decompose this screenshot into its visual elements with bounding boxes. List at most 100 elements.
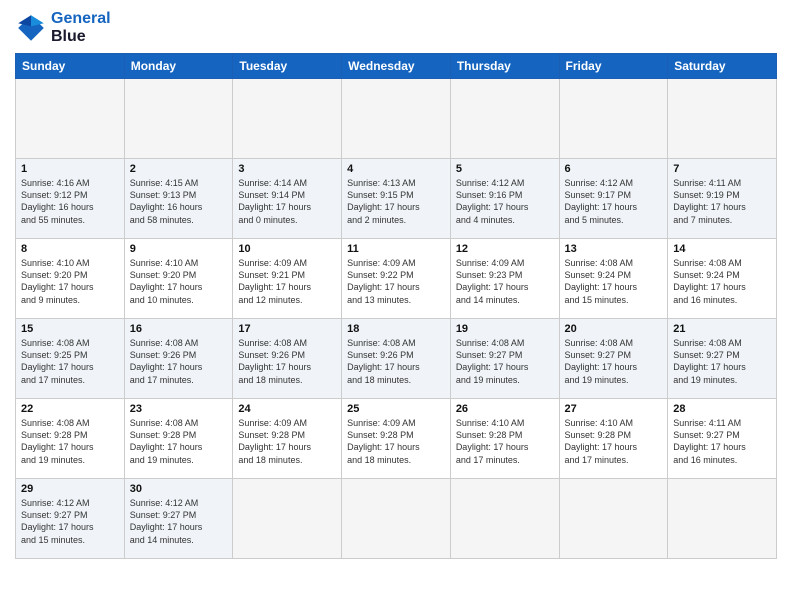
calendar-day-26: 26 Sunrise: 4:10 AM Sunset: 9:28 PM Dayli… xyxy=(450,399,559,479)
day-info: Sunrise: 4:10 AM Sunset: 9:28 PM Dayligh… xyxy=(456,417,554,466)
calendar-day-18: 18 Sunrise: 4:08 AM Sunset: 9:26 PM Dayli… xyxy=(342,319,451,399)
day-number: 18 xyxy=(347,323,445,335)
day-number: 4 xyxy=(347,163,445,175)
calendar-day-12: 12Sunrise: 4:09 AM Sunset: 9:23 PM Dayli… xyxy=(450,239,559,319)
day-number: 6 xyxy=(565,163,663,175)
day-info: Sunrise: 4:08 AM Sunset: 9:27 PM Dayligh… xyxy=(673,337,771,386)
day-info: Sunrise: 4:08 AM Sunset: 9:26 PM Dayligh… xyxy=(347,337,445,386)
day-number: 28 xyxy=(673,403,771,415)
day-info: Sunrise: 4:08 AM Sunset: 9:28 PM Dayligh… xyxy=(130,417,228,466)
logo: General Blue xyxy=(15,10,111,45)
day-number: 26 xyxy=(456,403,554,415)
calendar-day-15: 15Sunrise: 4:08 AM Sunset: 9:25 PM Dayli… xyxy=(16,319,125,399)
weekday-header-row: SundayMondayTuesdayWednesdayThursdayFrid… xyxy=(16,54,777,79)
calendar-week-row: 22 Sunrise: 4:08 AM Sunset: 9:28 PM Dayli… xyxy=(16,399,777,479)
calendar-day-17: 17Sunrise: 4:08 AM Sunset: 9:26 PM Dayli… xyxy=(233,319,342,399)
calendar-empty-cell xyxy=(16,79,125,159)
weekday-header-wednesday: Wednesday xyxy=(342,54,451,79)
calendar-empty-cell xyxy=(342,479,451,559)
calendar-day-2: 2 Sunrise: 4:15 AM Sunset: 9:13 PM Daylig… xyxy=(124,159,233,239)
day-number: 2 xyxy=(130,163,228,175)
day-number: 7 xyxy=(673,163,771,175)
calendar-day-23: 23 Sunrise: 4:08 AM Sunset: 9:28 PM Dayli… xyxy=(124,399,233,479)
day-number: 9 xyxy=(130,243,228,255)
calendar-week-row: 1 Sunrise: 4:16 AM Sunset: 9:12 PM Daylig… xyxy=(16,159,777,239)
day-number: 11 xyxy=(347,243,445,255)
day-info: Sunrise: 4:12 AM Sunset: 9:27 PM Dayligh… xyxy=(21,497,119,546)
calendar-empty-cell xyxy=(233,479,342,559)
logo-text: General Blue xyxy=(51,10,111,45)
calendar-day-7: 7Sunrise: 4:11 AM Sunset: 9:19 PM Daylig… xyxy=(668,159,777,239)
day-number: 13 xyxy=(565,243,663,255)
day-number: 16 xyxy=(130,323,228,335)
day-number: 29 xyxy=(21,483,119,495)
day-info: Sunrise: 4:12 AM Sunset: 9:16 PM Dayligh… xyxy=(456,177,554,226)
day-info: Sunrise: 4:12 AM Sunset: 9:17 PM Dayligh… xyxy=(565,177,663,226)
day-number: 24 xyxy=(238,403,336,415)
weekday-header-tuesday: Tuesday xyxy=(233,54,342,79)
calendar-week-row: 15Sunrise: 4:08 AM Sunset: 9:25 PM Dayli… xyxy=(16,319,777,399)
day-number: 25 xyxy=(347,403,445,415)
day-info: Sunrise: 4:08 AM Sunset: 9:27 PM Dayligh… xyxy=(565,337,663,386)
calendar-day-29: 29 Sunrise: 4:12 AM Sunset: 9:27 PM Dayli… xyxy=(16,479,125,559)
day-info: Sunrise: 4:12 AM Sunset: 9:27 PM Dayligh… xyxy=(130,497,228,546)
day-info: Sunrise: 4:08 AM Sunset: 9:24 PM Dayligh… xyxy=(673,257,771,306)
calendar-day-9: 9Sunrise: 4:10 AM Sunset: 9:20 PM Daylig… xyxy=(124,239,233,319)
calendar-day-28: 28 Sunrise: 4:11 AM Sunset: 9:27 PM Dayli… xyxy=(668,399,777,479)
day-number: 10 xyxy=(238,243,336,255)
day-info: Sunrise: 4:08 AM Sunset: 9:28 PM Dayligh… xyxy=(21,417,119,466)
weekday-header-thursday: Thursday xyxy=(450,54,559,79)
day-number: 22 xyxy=(21,403,119,415)
day-info: Sunrise: 4:13 AM Sunset: 9:15 PM Dayligh… xyxy=(347,177,445,226)
day-info: Sunrise: 4:09 AM Sunset: 9:28 PM Dayligh… xyxy=(238,417,336,466)
calendar-day-4: 4 Sunrise: 4:13 AM Sunset: 9:15 PM Daylig… xyxy=(342,159,451,239)
calendar-day-13: 13 Sunrise: 4:08 AM Sunset: 9:24 PM Dayli… xyxy=(559,239,668,319)
day-info: Sunrise: 4:15 AM Sunset: 9:13 PM Dayligh… xyxy=(130,177,228,226)
calendar-day-30: 30Sunrise: 4:12 AM Sunset: 9:27 PM Dayli… xyxy=(124,479,233,559)
calendar-day-8: 8 Sunrise: 4:10 AM Sunset: 9:20 PM Daylig… xyxy=(16,239,125,319)
calendar-day-27: 27Sunrise: 4:10 AM Sunset: 9:28 PM Dayli… xyxy=(559,399,668,479)
calendar-day-1: 1 Sunrise: 4:16 AM Sunset: 9:12 PM Daylig… xyxy=(16,159,125,239)
calendar-empty-cell xyxy=(559,479,668,559)
calendar-day-24: 24 Sunrise: 4:09 AM Sunset: 9:28 PM Dayli… xyxy=(233,399,342,479)
day-number: 1 xyxy=(21,163,119,175)
day-info: Sunrise: 4:09 AM Sunset: 9:28 PM Dayligh… xyxy=(347,417,445,466)
weekday-header-sunday: Sunday xyxy=(16,54,125,79)
day-number: 23 xyxy=(130,403,228,415)
day-info: Sunrise: 4:16 AM Sunset: 9:12 PM Dayligh… xyxy=(21,177,119,226)
calendar-day-3: 3Sunrise: 4:14 AM Sunset: 9:14 PM Daylig… xyxy=(233,159,342,239)
day-info: Sunrise: 4:10 AM Sunset: 9:28 PM Dayligh… xyxy=(565,417,663,466)
day-info: Sunrise: 4:08 AM Sunset: 9:26 PM Dayligh… xyxy=(238,337,336,386)
calendar-day-10: 10 Sunrise: 4:09 AM Sunset: 9:21 PM Dayli… xyxy=(233,239,342,319)
calendar-day-5: 5Sunrise: 4:12 AM Sunset: 9:16 PM Daylig… xyxy=(450,159,559,239)
calendar-week-row xyxy=(16,79,777,159)
day-number: 12 xyxy=(456,243,554,255)
day-info: Sunrise: 4:08 AM Sunset: 9:24 PM Dayligh… xyxy=(565,257,663,306)
calendar-day-11: 11 Sunrise: 4:09 AM Sunset: 9:22 PM Dayli… xyxy=(342,239,451,319)
calendar-day-14: 14 Sunrise: 4:08 AM Sunset: 9:24 PM Dayli… xyxy=(668,239,777,319)
calendar-day-22: 22 Sunrise: 4:08 AM Sunset: 9:28 PM Dayli… xyxy=(16,399,125,479)
day-number: 14 xyxy=(673,243,771,255)
day-info: Sunrise: 4:11 AM Sunset: 9:27 PM Dayligh… xyxy=(673,417,771,466)
page: General Blue SundayMondayTuesdayWednesda… xyxy=(0,0,792,612)
day-number: 21 xyxy=(673,323,771,335)
logo-icon xyxy=(15,12,47,44)
weekday-header-saturday: Saturday xyxy=(668,54,777,79)
calendar-day-19: 19Sunrise: 4:08 AM Sunset: 9:27 PM Dayli… xyxy=(450,319,559,399)
day-info: Sunrise: 4:10 AM Sunset: 9:20 PM Dayligh… xyxy=(21,257,119,306)
weekday-header-friday: Friday xyxy=(559,54,668,79)
day-number: 19 xyxy=(456,323,554,335)
day-info: Sunrise: 4:08 AM Sunset: 9:26 PM Dayligh… xyxy=(130,337,228,386)
day-info: Sunrise: 4:09 AM Sunset: 9:21 PM Dayligh… xyxy=(238,257,336,306)
day-number: 8 xyxy=(21,243,119,255)
calendar-empty-cell xyxy=(668,479,777,559)
calendar-day-20: 20Sunrise: 4:08 AM Sunset: 9:27 PM Dayli… xyxy=(559,319,668,399)
day-info: Sunrise: 4:09 AM Sunset: 9:22 PM Dayligh… xyxy=(347,257,445,306)
calendar-day-21: 21 Sunrise: 4:08 AM Sunset: 9:27 PM Dayli… xyxy=(668,319,777,399)
calendar-day-25: 25 Sunrise: 4:09 AM Sunset: 9:28 PM Dayli… xyxy=(342,399,451,479)
calendar-empty-cell xyxy=(450,479,559,559)
calendar-day-16: 16 Sunrise: 4:08 AM Sunset: 9:26 PM Dayli… xyxy=(124,319,233,399)
day-info: Sunrise: 4:08 AM Sunset: 9:25 PM Dayligh… xyxy=(21,337,119,386)
calendar-week-row: 29 Sunrise: 4:12 AM Sunset: 9:27 PM Dayli… xyxy=(16,479,777,559)
day-info: Sunrise: 4:14 AM Sunset: 9:14 PM Dayligh… xyxy=(238,177,336,226)
